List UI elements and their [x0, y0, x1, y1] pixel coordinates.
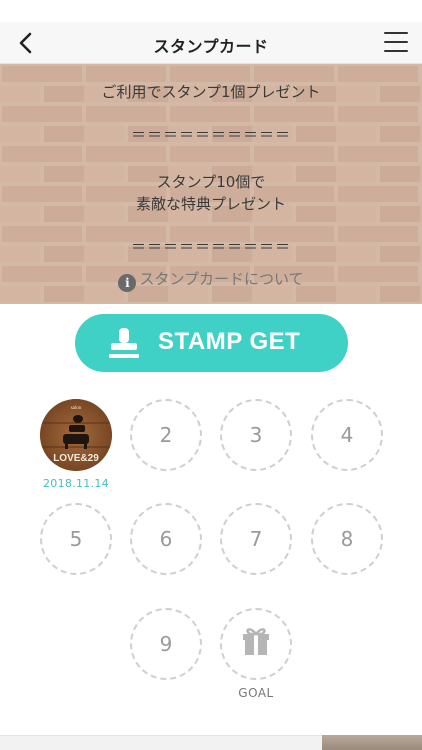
page-title: スタンプカード [153, 37, 269, 56]
stamp-slot: 4 [311, 399, 383, 471]
stamp-slot-number: 3 [249, 423, 263, 447]
stamp-slot-number: 8 [340, 527, 354, 551]
stamp-rule-text: ご利用でスタンプ1個プレゼント [101, 83, 321, 101]
reward-text-line-2: 素敵な特典プレゼント [135, 195, 286, 213]
stamp-slot-number: 4 [340, 423, 354, 447]
stamp-slot: 5 [40, 503, 112, 575]
separator-text: ＝＝＝＝＝＝＝＝＝＝ [130, 238, 291, 256]
bottom-thumbnail[interactable] [322, 735, 422, 750]
status-bar [0, 0, 422, 22]
stamp-logo-top-text: salon [71, 406, 82, 411]
gift-icon [243, 628, 269, 655]
hamburger-menu-icon[interactable] [384, 32, 408, 52]
stamp-get-label: STAMP GET [158, 328, 301, 355]
navigation-bar: スタンプカード [0, 22, 422, 64]
about-stamp-card-label: スタンプカードについて [139, 270, 304, 288]
reward-text-line-1: スタンプ10個で [156, 173, 266, 191]
stamp-icon [109, 328, 139, 358]
goal-label: GOAL [238, 686, 274, 700]
stamp-slot-number: 7 [249, 527, 263, 551]
reward-text: スタンプ10個で 素敵な特典プレゼント [0, 171, 422, 215]
stamp-slot-number: 5 [69, 527, 83, 551]
stamp-slot: 2 [130, 399, 202, 471]
about-stamp-card-link[interactable]: i スタンプカードについて [0, 268, 422, 292]
stamp-date: 2018.11.14 [43, 477, 109, 490]
stamp-logo-text: LOVE&29 [53, 453, 99, 464]
stamp-card-banner: ご利用でスタンプ1個プレゼント ＝＝＝＝＝＝＝＝＝＝ スタンプ10個で 素敵な特… [0, 64, 422, 304]
stamp-get-button[interactable]: STAMP GET [75, 314, 348, 372]
stamp-slot-1-filled: LOVE&29 salon [40, 399, 112, 471]
stamp-logo-image: LOVE&29 salon [40, 399, 112, 471]
info-icon: i [118, 274, 137, 292]
stamp-slot-goal [220, 608, 292, 680]
stamp-slot: 7 [220, 503, 292, 575]
stamp-slot: 6 [130, 503, 202, 575]
stamp-slot-number: 6 [159, 527, 173, 551]
stamp-slot: 9 [130, 608, 202, 680]
stamp-slot-number: 2 [159, 423, 173, 447]
stamp-slot-number: 9 [159, 632, 173, 656]
separator-text: ＝＝＝＝＝＝＝＝＝＝ [130, 126, 291, 144]
stamp-slot: 8 [311, 503, 383, 575]
stamp-slot: 3 [220, 399, 292, 471]
